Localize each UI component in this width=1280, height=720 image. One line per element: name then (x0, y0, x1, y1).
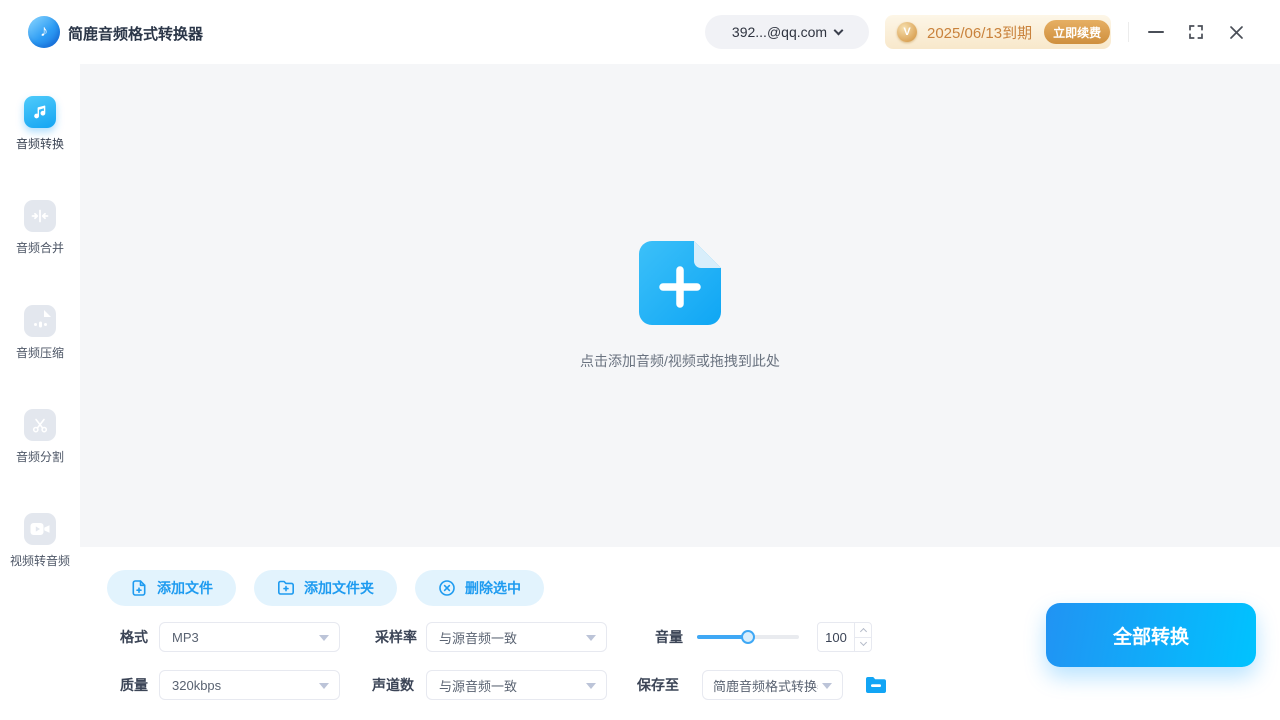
app-window: ♪ 简鹿音频格式转换器 392...@qq.com V 2025/06/13到期… (0, 0, 1280, 720)
compress-icon (24, 305, 56, 337)
spinner-down-button[interactable] (855, 638, 871, 652)
save-to-value: 简鹿音频格式转换器 (713, 676, 818, 695)
vip-expiry-text: 2025/06/13到期 (927, 22, 1032, 43)
file-plus-icon (130, 579, 148, 597)
dropdown-arrow-icon (319, 635, 329, 641)
channels-value: 与源音频一致 (439, 676, 517, 695)
drop-zone-hint: 点击添加音频/视频或拖拽到此处 (580, 351, 780, 371)
sidebar-item-label: 音频合并 (16, 239, 64, 256)
channels-select[interactable]: 与源音频一致 (426, 670, 607, 700)
music-note-icon (24, 96, 56, 128)
sidebar-item-label: 视频转音频 (10, 552, 70, 569)
sidebar: 音频转换 音频合并 音频压缩 (0, 64, 80, 720)
sidebar-item-video-to-audio[interactable]: 视频转音频 (0, 513, 80, 569)
app-title: 简鹿音频格式转换器 (68, 23, 203, 44)
account-email: 392...@qq.com (732, 24, 827, 40)
title-bar: ♪ 简鹿音频格式转换器 392...@qq.com V 2025/06/13到期… (0, 0, 1280, 64)
sample-rate-value: 与源音频一致 (439, 628, 517, 647)
chevron-down-icon (859, 639, 866, 646)
minimize-icon (1148, 31, 1164, 33)
open-folder-button[interactable] (864, 675, 888, 695)
vip-banner: V 2025/06/13到期 立即续费 (885, 15, 1111, 49)
sidebar-item-audio-convert[interactable]: 音频转换 (0, 96, 80, 152)
format-select[interactable]: MP3 (159, 622, 340, 652)
dropdown-arrow-icon (586, 683, 596, 689)
volume-spinner (854, 623, 871, 651)
folder-plus-icon (277, 579, 295, 597)
scissors-icon (24, 409, 56, 441)
app-logo-icon: ♪ (28, 16, 60, 48)
folder-icon (865, 676, 887, 694)
merge-icon (24, 200, 56, 232)
sample-rate-label: 采样率 (375, 622, 417, 652)
dropdown-arrow-icon (822, 683, 832, 689)
vip-badge-icon: V (897, 22, 917, 42)
header-divider (1128, 22, 1129, 42)
minimize-button[interactable] (1144, 20, 1168, 44)
add-folder-button[interactable]: 添加文件夹 (254, 570, 397, 606)
chevron-down-icon (834, 25, 844, 35)
format-label: 格式 (120, 622, 148, 652)
file-drop-zone[interactable]: 点击添加音频/视频或拖拽到此处 (80, 64, 1280, 547)
close-button[interactable] (1224, 20, 1248, 44)
volume-input-wrap (817, 622, 872, 652)
sidebar-item-audio-compress[interactable]: 音频压缩 (0, 305, 80, 361)
save-to-select[interactable]: 简鹿音频格式转换器 (702, 670, 843, 700)
quality-select[interactable]: 320kbps (159, 670, 340, 700)
format-value: MP3 (172, 630, 199, 645)
volume-input[interactable] (818, 623, 854, 651)
maximize-icon (1188, 24, 1204, 40)
add-file-button[interactable]: 添加文件 (107, 570, 236, 606)
delete-selected-button[interactable]: 删除选中 (415, 570, 544, 606)
add-file-icon (639, 241, 721, 325)
video-icon (24, 513, 56, 545)
save-to-label: 保存至 (637, 670, 679, 700)
slider-thumb[interactable] (741, 630, 755, 644)
file-toolbar: 添加文件 添加文件夹 删除选中 (107, 570, 544, 606)
renew-now-button[interactable]: 立即续费 (1044, 20, 1110, 44)
sidebar-item-audio-split[interactable]: 音频分割 (0, 409, 80, 465)
sidebar-item-label: 音频分割 (16, 448, 64, 465)
close-icon (1229, 25, 1244, 40)
add-folder-label: 添加文件夹 (304, 578, 374, 598)
dropdown-arrow-icon (586, 635, 596, 641)
sidebar-item-label: 音频压缩 (16, 344, 64, 361)
spinner-up-button[interactable] (855, 623, 871, 638)
add-file-label: 添加文件 (157, 578, 213, 598)
dropdown-arrow-icon (319, 683, 329, 689)
sidebar-item-label: 音频转换 (16, 135, 64, 152)
convert-all-button[interactable]: 全部转换 (1046, 603, 1256, 667)
quality-value: 320kbps (172, 678, 221, 693)
circle-x-icon (438, 579, 456, 597)
account-dropdown[interactable]: 392...@qq.com (705, 15, 869, 49)
volume-slider[interactable] (697, 622, 799, 652)
sample-rate-select[interactable]: 与源音频一致 (426, 622, 607, 652)
maximize-button[interactable] (1184, 20, 1208, 44)
delete-selected-label: 删除选中 (465, 578, 521, 598)
volume-label: 音量 (655, 622, 683, 652)
channels-label: 声道数 (372, 670, 414, 700)
chevron-up-icon (859, 628, 866, 635)
sidebar-item-audio-merge[interactable]: 音频合并 (0, 200, 80, 256)
quality-label: 质量 (120, 670, 148, 700)
